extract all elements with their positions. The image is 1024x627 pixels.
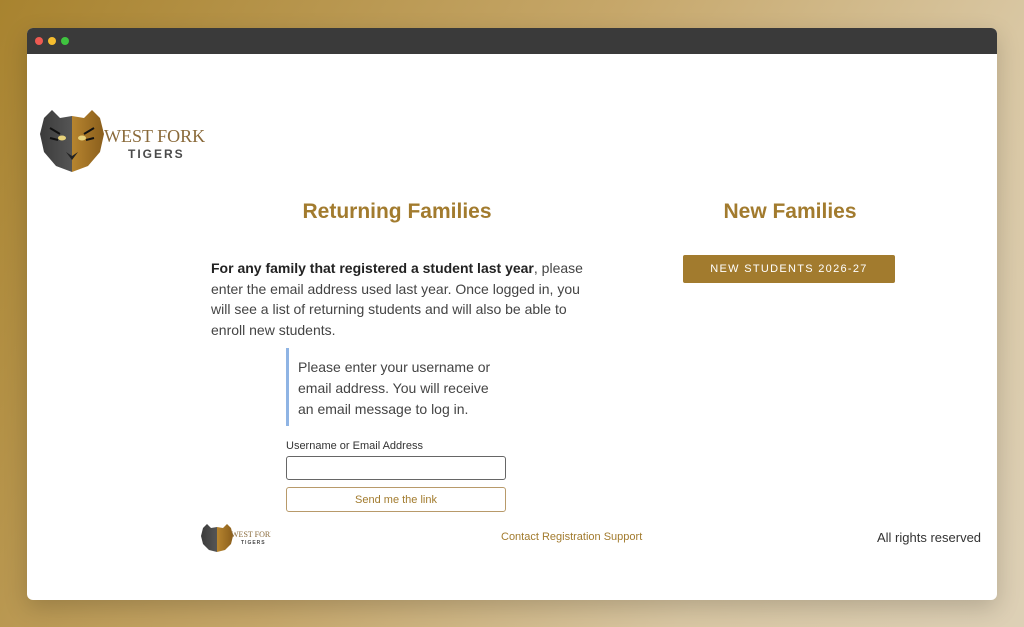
browser-window: WEST FORK TIGERS Returning Families New … [27, 28, 997, 600]
username-label: Username or Email Address [286, 440, 423, 452]
close-icon[interactable] [35, 37, 43, 45]
returning-families-title: Returning Families [302, 200, 492, 223]
new-students-button[interactable]: NEW STUDENTS 2026-27 [683, 255, 895, 283]
rights-reserved-text: All rights reserved [877, 530, 982, 545]
contact-support-link[interactable]: Contact Registration Support [501, 531, 642, 543]
maximize-icon[interactable] [61, 37, 69, 45]
send-link-button[interactable]: Send me the link [286, 487, 506, 512]
intro-bold-text: For any family that registered a student… [211, 260, 534, 276]
username-email-input[interactable] [286, 456, 506, 480]
window-titlebar [27, 28, 997, 54]
minimize-icon[interactable] [48, 37, 56, 45]
footer-logo-text-line2: TIGERS [241, 540, 266, 546]
footer-logo-text-line1: WEST FORK [231, 530, 271, 539]
logo-text-line1: WEST FORK [104, 126, 205, 146]
footer-logo[interactable]: WEST FORK TIGERS [201, 522, 276, 552]
returning-intro-text: For any family that registered a student… [211, 258, 591, 340]
login-notice: Please enter your username or email addr… [286, 348, 506, 426]
footer-tiger-head-icon: WEST FORK TIGERS [201, 524, 276, 552]
page-content: WEST FORK TIGERS Returning Families New … [27, 54, 997, 600]
logo-text-line2: TIGERS [128, 147, 185, 161]
tiger-head-icon: WEST FORK TIGERS [40, 110, 205, 172]
new-families-title: New Families [723, 200, 857, 223]
site-logo[interactable]: WEST FORK TIGERS [38, 108, 210, 174]
